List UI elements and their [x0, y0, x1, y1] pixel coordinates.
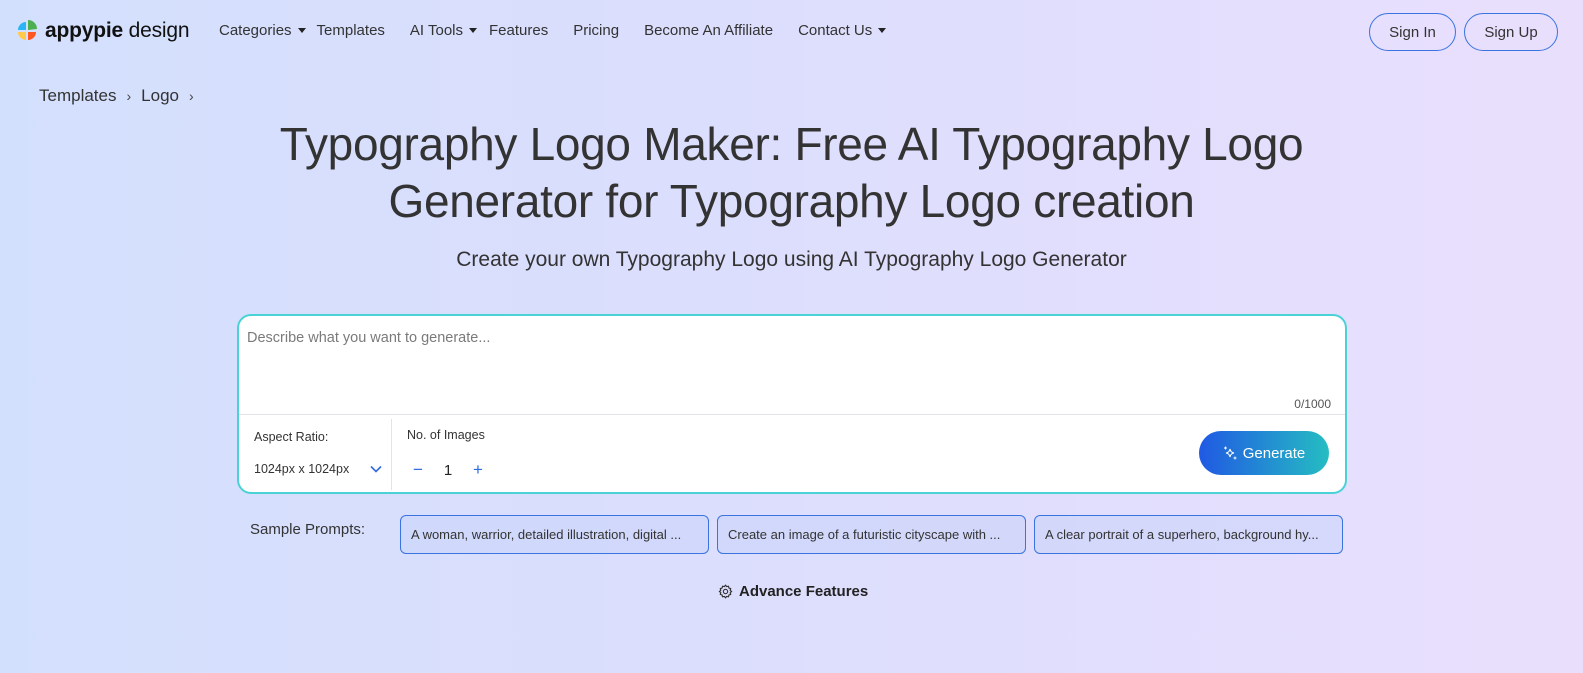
sign-up-button[interactable]: Sign Up: [1464, 13, 1558, 51]
character-counter: 0/1000: [1294, 397, 1331, 411]
site-header: appypie design Categories Templates AI T…: [0, 0, 1583, 64]
page-title: Typography Logo Maker: Free AI Typograph…: [0, 116, 1583, 230]
auth-buttons: Sign In Sign Up: [1369, 13, 1558, 51]
nav-contact-us[interactable]: Contact Us: [798, 22, 887, 39]
aspect-ratio-label: Aspect Ratio:: [254, 430, 329, 444]
nav-label: Features: [489, 22, 549, 39]
decrement-button[interactable]: −: [407, 459, 429, 481]
chevron-right-icon: ›: [126, 88, 132, 104]
page-title-line-1: Typography Logo Maker: Free AI Typograph…: [279, 118, 1304, 170]
appypie-logo-icon: [18, 20, 37, 40]
advance-features-label: Advance Features: [739, 583, 869, 600]
chevron-right-icon: ›: [188, 88, 194, 104]
sparkle-icon: [1223, 446, 1237, 460]
generate-label: Generate: [1242, 444, 1306, 462]
prompt-panel: 0/1000 Aspect Ratio: 1024px x 1024px No.…: [237, 314, 1347, 494]
main-nav: Categories Templates AI Tools Features P…: [219, 22, 887, 39]
nav-label: Templates: [316, 22, 385, 39]
nav-templates[interactable]: Templates: [317, 22, 385, 39]
chevron-down-icon: [370, 465, 382, 473]
nav-features[interactable]: Features: [489, 22, 548, 39]
advance-features-toggle[interactable]: Advance Features: [718, 583, 868, 600]
logo-text: appypie design: [45, 19, 190, 42]
divider: [239, 414, 1345, 415]
nav-categories[interactable]: Categories: [219, 22, 306, 39]
site-logo[interactable]: appypie design: [13, 17, 189, 45]
nav-label: Categories: [219, 22, 292, 39]
breadcrumb-templates[interactable]: Templates: [39, 86, 116, 106]
divider: [391, 419, 392, 490]
nav-label: Pricing: [573, 22, 620, 39]
generate-button[interactable]: Generate: [1199, 431, 1329, 475]
caret-down-icon: [297, 28, 306, 33]
num-images-stepper: − 1 +: [407, 459, 489, 481]
caret-down-icon: [469, 28, 478, 33]
sample-prompt-chip[interactable]: Create an image of a futuristic cityscap…: [717, 515, 1026, 554]
page-title-line-2: Generator for Typography Logo creation: [388, 175, 1195, 227]
gear-icon: [718, 584, 733, 599]
nav-label: Contact Us: [798, 22, 873, 39]
nav-label: Become An Affiliate: [644, 22, 774, 39]
breadcrumb-logo[interactable]: Logo: [141, 86, 179, 106]
num-images-label: No. of Images: [407, 428, 485, 442]
nav-affiliate[interactable]: Become An Affiliate: [644, 22, 773, 39]
caret-down-icon: [878, 28, 887, 33]
breadcrumb: Templates › Logo ›: [39, 86, 204, 106]
aspect-ratio-select[interactable]: 1024px x 1024px: [254, 462, 382, 476]
num-images-value: 1: [443, 461, 453, 479]
prompt-input[interactable]: [247, 330, 1327, 400]
sample-prompt-chip[interactable]: A woman, warrior, detailed illustration,…: [400, 515, 709, 554]
nav-pricing[interactable]: Pricing: [573, 22, 619, 39]
page-subtitle: Create your own Typography Logo using AI…: [456, 248, 1127, 271]
nav-label: AI Tools: [409, 22, 464, 39]
nav-ai-tools[interactable]: AI Tools: [409, 22, 478, 39]
aspect-ratio-value: 1024px x 1024px: [254, 462, 350, 476]
sample-prompts-label: Sample Prompts:: [250, 521, 366, 538]
sample-prompt-chip[interactable]: A clear portrait of a superhero, backgro…: [1034, 515, 1343, 554]
sign-in-button[interactable]: Sign In: [1369, 13, 1456, 51]
increment-button[interactable]: +: [467, 459, 489, 481]
